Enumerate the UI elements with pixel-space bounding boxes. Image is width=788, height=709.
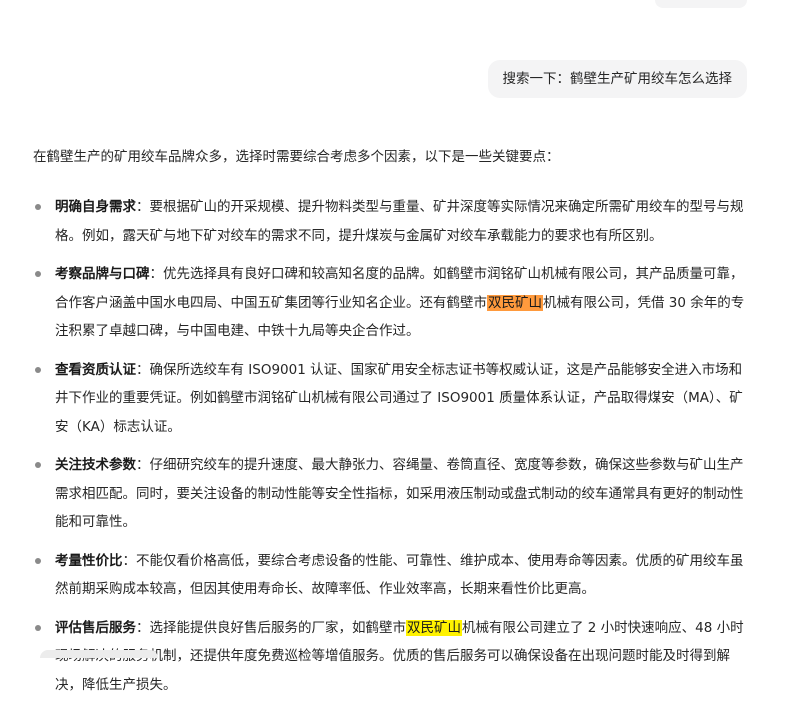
item-text: ：不能仅看价格高低，要综合考虑设备的性能、可靠性、维护成本、使用寿命等因素。优质… xyxy=(55,552,744,598)
next-element-edge xyxy=(40,650,158,658)
bullet-dot xyxy=(35,624,41,631)
list-item-cost-performance: 考量性价比：不能仅看价格高低，要综合考虑设备的性能、可靠性、维护成本、使用寿命等… xyxy=(33,547,753,604)
item-title: 查看资质认证 xyxy=(55,361,136,378)
list-item-parameters: 关注技术参数：仔细研究绞车的提升速度、最大静张力、容绳量、卷筒直径、宽度等参数，… xyxy=(33,451,753,537)
answer-content: 在鹤壁生产的矿用绞车品牌众多，选择时需要综合考虑多个因素，以下是一些关键要点： … xyxy=(33,146,753,709)
highlighted-company-name: 双民矿山 xyxy=(406,619,462,636)
list-item-brand: 考察品牌与口碑：优先选择具有良好口碑和较高知名度的品牌。如鹤壁市润铭矿山机械有限… xyxy=(33,260,753,346)
query-label: 搜索一下： xyxy=(502,71,571,87)
query-text: 鹤壁生产矿用绞车怎么选择 xyxy=(570,71,732,87)
highlighted-company-name: 双民矿山 xyxy=(487,294,543,311)
user-query-bubble: 搜索一下：鹤壁生产矿用绞车怎么选择 xyxy=(487,60,747,98)
bullet-dot xyxy=(35,204,41,210)
item-title: 考察品牌与口碑 xyxy=(55,266,150,282)
item-text: ：要根据矿山的开采规模、提升物料类型与重量、矿井深度等实际情况来确定所需矿用绞车… xyxy=(55,199,744,244)
item-title: 关注技术参数 xyxy=(55,457,136,473)
bullet-dot xyxy=(35,271,41,277)
item-title: 明确自身需求 xyxy=(55,199,136,215)
list-item-needs: 明确自身需求：要根据矿山的开采规模、提升物料类型与重量、矿井深度等实际情况来确定… xyxy=(33,193,753,250)
item-title: 评估售后服务 xyxy=(55,619,136,636)
bullet-dot xyxy=(35,557,41,564)
bullet-dot xyxy=(35,462,41,468)
answer-intro: 在鹤壁生产的矿用绞车品牌众多，选择时需要综合考虑多个因素，以下是一些关键要点： xyxy=(33,149,560,165)
item-text: ：确保所选绞车有 ISO9001 认证、国家矿用安全标志证书等权威认证，这是产品… xyxy=(55,361,743,435)
previous-message-edge xyxy=(655,0,747,8)
list-item-certification: 查看资质认证：确保所选绞车有 ISO9001 认证、国家矿用安全标志证书等权威认… xyxy=(33,356,753,442)
item-text: ：选择能提供良好售后服务的厂家，如鹤壁市 xyxy=(136,619,406,636)
bullet-dot xyxy=(35,366,41,373)
item-title: 考量性价比 xyxy=(55,552,123,569)
item-text: ：仔细研究绞车的提升速度、最大静张力、容绳量、卷筒直径、宽度等参数，确保这些参数… xyxy=(55,457,744,530)
key-points-list: 明确自身需求：要根据矿山的开采规模、提升物料类型与重量、矿井深度等实际情况来确定… xyxy=(33,193,753,699)
